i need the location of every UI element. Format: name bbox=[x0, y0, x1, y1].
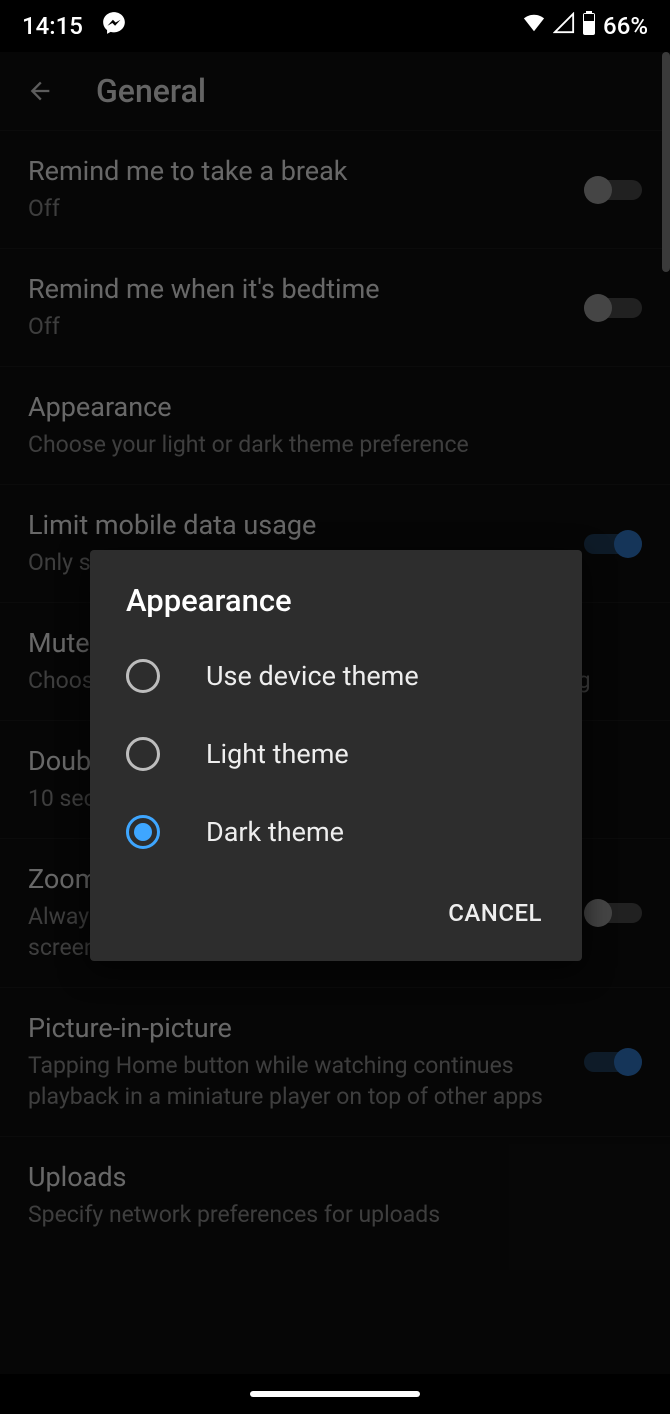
setting-title: Remind me to take a break bbox=[28, 155, 566, 187]
setting-subtitle: Specify network preferences for uploads bbox=[28, 1199, 642, 1230]
toggle-switch[interactable] bbox=[584, 293, 642, 323]
home-gesture-pill[interactable] bbox=[250, 1391, 420, 1397]
setting-title: Limit mobile data usage bbox=[28, 509, 566, 541]
settings-row[interactable]: Remind me to take a break Off bbox=[0, 130, 670, 248]
theme-option-label: Dark theme bbox=[206, 816, 344, 848]
wifi-icon bbox=[521, 12, 547, 40]
settings-row[interactable]: Appearance Choose your light or dark them… bbox=[0, 366, 670, 484]
settings-row[interactable]: Picture-in-picture Tapping Home button wh… bbox=[0, 987, 670, 1136]
battery-percent: 66% bbox=[603, 12, 648, 40]
setting-title: Appearance bbox=[28, 391, 642, 423]
setting-subtitle: Off bbox=[28, 193, 566, 224]
page-title: General bbox=[96, 72, 206, 110]
radio-icon bbox=[126, 659, 160, 693]
back-arrow-icon[interactable] bbox=[26, 77, 54, 105]
toggle-switch[interactable] bbox=[584, 529, 642, 559]
messenger-icon bbox=[101, 10, 127, 42]
status-time: 14:15 bbox=[22, 12, 83, 40]
theme-option[interactable]: Dark theme bbox=[90, 793, 582, 871]
theme-option-label: Light theme bbox=[206, 738, 349, 770]
setting-subtitle: Choose your light or dark theme preferen… bbox=[28, 429, 642, 460]
toggle-switch[interactable] bbox=[584, 1047, 642, 1077]
navigation-bar bbox=[0, 1374, 670, 1414]
status-bar: 14:15 66% bbox=[0, 0, 670, 52]
app-bar: General bbox=[0, 52, 670, 130]
appearance-dialog: Appearance Use device theme Light theme Da… bbox=[90, 550, 582, 961]
toggle-switch[interactable] bbox=[584, 175, 642, 205]
settings-row[interactable]: Remind me when it's bedtime Off bbox=[0, 248, 670, 366]
dialog-title: Appearance bbox=[90, 582, 582, 637]
setting-title: Picture-in-picture bbox=[28, 1012, 566, 1044]
scrollbar[interactable] bbox=[662, 52, 670, 272]
theme-option-label: Use device theme bbox=[206, 660, 419, 692]
signal-icon bbox=[553, 12, 575, 40]
theme-option[interactable]: Light theme bbox=[90, 715, 582, 793]
theme-option[interactable]: Use device theme bbox=[90, 637, 582, 715]
toggle-switch[interactable] bbox=[584, 898, 642, 928]
battery-icon bbox=[581, 11, 597, 41]
radio-icon bbox=[126, 815, 160, 849]
radio-icon bbox=[126, 737, 160, 771]
setting-subtitle: Tapping Home button while watching conti… bbox=[28, 1050, 566, 1112]
setting-title: Uploads bbox=[28, 1161, 642, 1193]
setting-title: Remind me when it's bedtime bbox=[28, 273, 566, 305]
settings-row[interactable]: Uploads Specify network preferences for u… bbox=[0, 1136, 670, 1254]
setting-subtitle: Off bbox=[28, 311, 566, 342]
cancel-button[interactable]: CANCEL bbox=[436, 889, 554, 937]
